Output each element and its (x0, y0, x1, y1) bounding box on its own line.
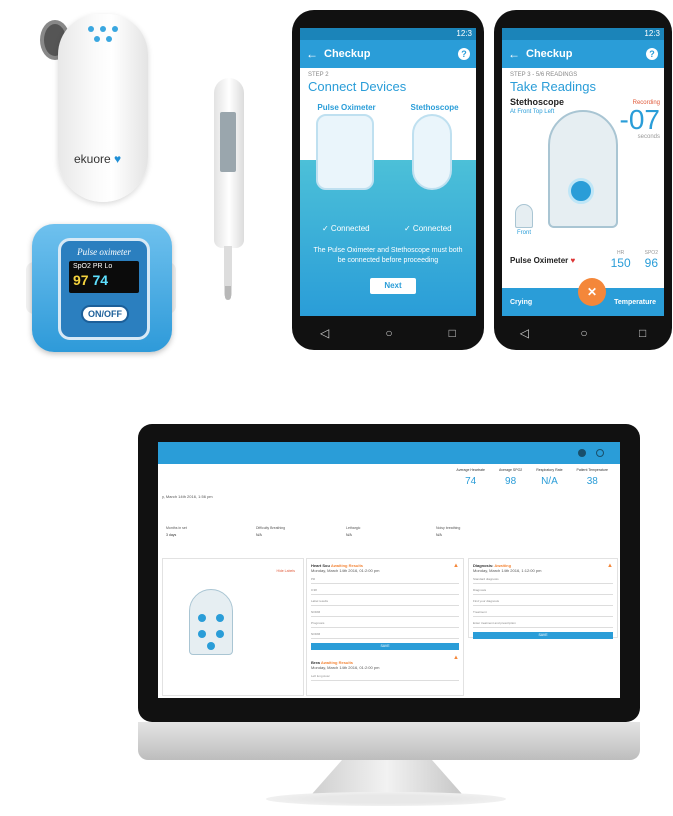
nav-back-icon[interactable]: ◁ (320, 326, 329, 340)
stethoscope-connected-status: ✓ Connected (404, 224, 452, 233)
stethoscope-device-icon (412, 114, 452, 190)
thermometer-display (220, 112, 236, 172)
nav-recents-icon[interactable]: □ (639, 326, 646, 340)
oximeter-title: Pulse oximeter (77, 247, 131, 257)
oximeter-display: SpO2 PR Lo 97 74 (69, 261, 139, 293)
pulse-oximeter-label: Pulse Oximeter ♥ (510, 256, 576, 265)
vitals-summary: Average Heartrate 74 Average SPO2 98 Respi… (456, 468, 608, 487)
oximeter-connected-status: ✓ Connected (322, 224, 370, 233)
help-icon[interactable]: ? (458, 48, 470, 60)
pulse-oximeter-device: Pulse oximeter SpO2 PR Lo 97 74 ON/OFF (26, 224, 176, 352)
phone2-app-bar: ← Checkup ? (502, 40, 664, 68)
phone1-step: STEP 2 (308, 72, 329, 78)
nav-home-icon[interactable]: ○ (580, 326, 587, 340)
stethoscope-brand: ekuore ♥ (74, 152, 122, 166)
patient-temperature: 38 (586, 476, 598, 487)
oximeter-device-icon (316, 114, 374, 190)
phone-connect-devices: 12:3 ← Checkup ? STEP 2 Connect Devices … (292, 10, 484, 350)
spo2-value: 96 (644, 256, 658, 270)
monitor-base (266, 792, 506, 806)
settings-icon[interactable] (578, 449, 586, 457)
digital-stethoscope: ekuore ♥ (40, 14, 150, 204)
warning-icon: ▲ (453, 655, 459, 661)
oximeter-readout-labels: SpO2 PR Lo (73, 263, 113, 270)
dashboard-screen: Average Heartrate 74 Average SPO2 98 Respi… (158, 442, 620, 698)
stethoscope-column-label: Stethoscope (410, 103, 459, 112)
temperature-button[interactable]: Temperature (614, 299, 656, 306)
diagnosis-panel: ▲ Diagnosis: Awaiting Monday, March 14th… (468, 558, 618, 639)
signout-icon[interactable] (596, 449, 604, 457)
phone2-screen: 12:3 ← Checkup ? STEP 3 - 5/6 READINGS T… (502, 28, 664, 316)
digital-thermometer (206, 78, 246, 300)
dashboard-header (158, 442, 620, 464)
checkup-date: y, March 14th 2016, 1:56 pm (162, 494, 213, 499)
body-map-panel: Hide Labels (162, 558, 304, 696)
phone1-status-bar: 12:3 (300, 28, 476, 40)
phone1-nav-bar: ◁ ○ □ (292, 316, 484, 350)
crying-button[interactable]: Crying (510, 299, 532, 306)
back-arrow-icon[interactable]: ← (306, 47, 324, 61)
body-map-figure (189, 589, 233, 655)
monitor-chin (138, 722, 640, 760)
front-view-toggle[interactable]: Front (510, 204, 538, 244)
phone2-app-title: Checkup (526, 48, 573, 60)
next-button[interactable]: Next (370, 278, 416, 294)
hide-labels-link[interactable]: Hide Labels (277, 569, 295, 573)
oximeter-face: Pulse oximeter SpO2 PR Lo 97 74 ON/OFF (58, 238, 150, 340)
nav-back-icon[interactable]: ◁ (520, 326, 529, 340)
save-diagnosis-button[interactable]: SAVE (473, 632, 613, 639)
close-icon[interactable]: ✕ (578, 278, 606, 306)
symptom-info: Months in set 3 days Difficulty Breathing… (166, 526, 461, 537)
phone2-nav-bar: ◁ ○ □ (494, 316, 672, 350)
nav-recents-icon[interactable]: □ (449, 326, 456, 340)
oximeter-power-button: ON/OFF (81, 305, 129, 323)
warning-icon: ▲ (453, 563, 459, 569)
pulse-readings: HR 150 SPO2 96 (610, 250, 658, 270)
desktop-monitor: Average Heartrate 74 Average SPO2 98 Respi… (138, 424, 640, 722)
avg-heartrate: 74 (465, 476, 477, 487)
pulse-oximeter-column-label: Pulse Oximeter (317, 103, 376, 112)
phone2-heading: Take Readings (510, 79, 596, 94)
respiratory-rate: N/A (541, 476, 558, 487)
nav-home-icon[interactable]: ○ (385, 326, 392, 340)
results-panel: ▲ Heart Sou Awaiting Results Monday, Mar… (306, 558, 464, 696)
oximeter-pr: 74 (92, 272, 109, 288)
phone1-app-bar: ← Checkup ? (300, 40, 476, 68)
save-button[interactable]: SAVE (311, 643, 459, 650)
heart-icon: ♥ (570, 256, 576, 265)
body-diagram (548, 110, 618, 228)
help-icon[interactable]: ? (646, 48, 658, 60)
avg-spo2: 98 (505, 476, 517, 487)
stethoscope-leds (82, 26, 126, 48)
refresh-icon[interactable] (568, 178, 594, 204)
warning-icon: ▲ (607, 563, 613, 569)
phone1-app-title: Checkup (324, 48, 371, 60)
composite-image: ekuore ♥ Pulse oximeter SpO2 PR Lo 97 74… (0, 0, 673, 816)
thermometer-tip (225, 286, 231, 300)
phone2-step: STEP 3 - 5/6 READINGS (510, 72, 578, 78)
oximeter-spo2: 97 (73, 272, 89, 288)
back-arrow-icon[interactable]: ← (508, 47, 526, 61)
phone1-message: The Pulse Oximeter and Stethoscope must … (313, 247, 463, 264)
hr-value: 150 (610, 256, 631, 270)
recording-countdown: Recording -07 seconds (619, 100, 660, 140)
phone1-heading: Connect Devices (308, 79, 407, 94)
phone1-screen: 12:3 ← Checkup ? STEP 2 Connect Devices … (300, 28, 476, 316)
phone2-status-bar: 12:3 (502, 28, 664, 40)
monitor-stand (312, 760, 462, 794)
phone-take-readings: 12:3 ← Checkup ? STEP 3 - 5/6 READINGS T… (494, 10, 672, 350)
